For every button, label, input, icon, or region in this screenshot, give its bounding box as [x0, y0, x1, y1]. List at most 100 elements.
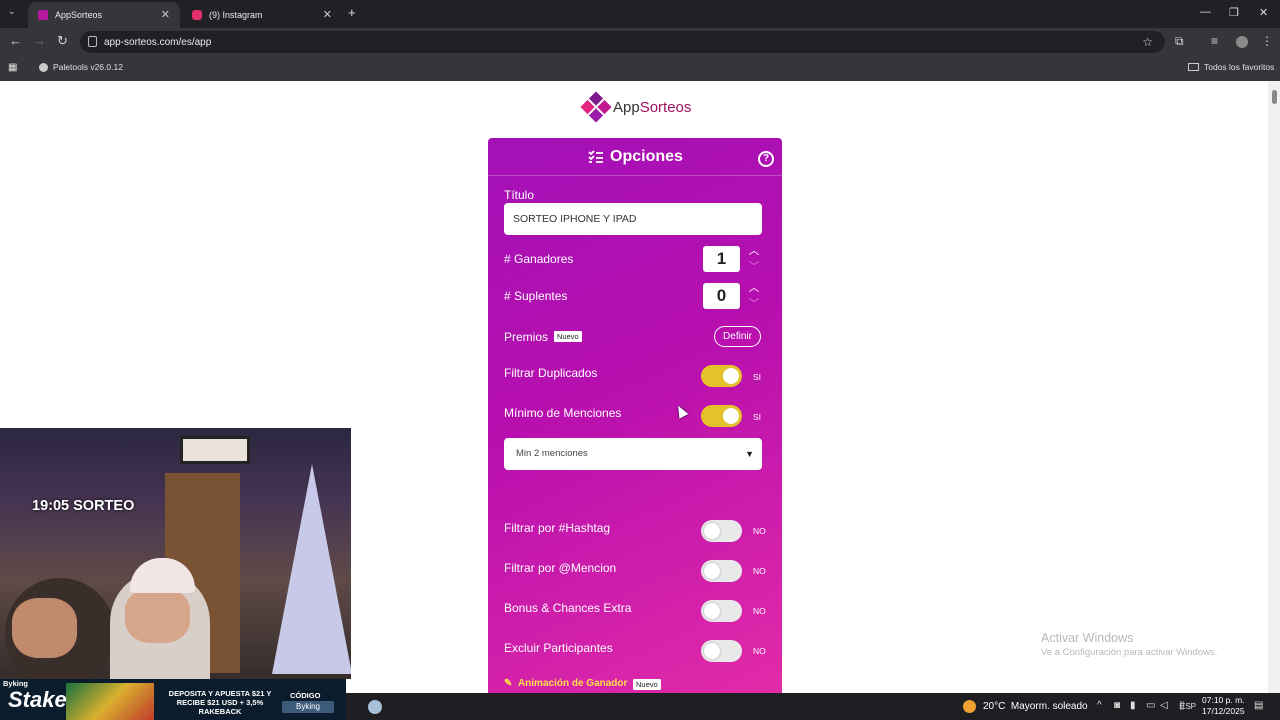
menciones-select[interactable]: Min 2 menciones ▼: [504, 438, 762, 470]
ganadores-decrease-icon[interactable]: ﹀: [746, 262, 762, 273]
profile-avatar[interactable]: [1236, 36, 1248, 48]
network-icon[interactable]: ▭: [1146, 700, 1155, 711]
christmas-tree: [272, 464, 351, 674]
toggle-state: SI: [753, 412, 762, 422]
weather-text: Mayorm. soleado: [1010, 701, 1088, 712]
ganadores-increase-icon[interactable]: ︿: [746, 246, 762, 257]
back-icon[interactable]: ←: [9, 33, 22, 48]
suplentes-increase-icon[interactable]: ︿: [746, 283, 762, 294]
toggle-label: Excluir Participantes: [504, 641, 613, 655]
minimize-icon[interactable]: —: [1200, 6, 1211, 18]
weather-widget[interactable]: 20°C Mayorm. soleado: [963, 700, 1088, 713]
menu-kebab-icon[interactable]: ⋮: [1261, 34, 1273, 48]
media-control-icon[interactable]: ≡: [1211, 34, 1218, 48]
filtrar-hashtag-toggle[interactable]: [701, 520, 742, 542]
bookmark-paletools[interactable]: Paletools v26.0.12: [39, 62, 123, 72]
appsorteos-favicon-icon: [38, 10, 48, 20]
filtrar-mencion-toggle[interactable]: [701, 560, 742, 582]
help-icon[interactable]: ?: [758, 151, 774, 167]
tray-chevron-icon[interactable]: ^: [1097, 700, 1102, 711]
code-value: Byking: [282, 701, 334, 713]
select-value: Min 2 menciones: [516, 448, 588, 459]
premios-label: Premios: [504, 330, 549, 344]
webcam-overlay: 19:05 SORTEO: [0, 428, 351, 679]
language-indicator[interactable]: ESP: [1180, 702, 1196, 711]
clock[interactable]: 07:10 p. m. 17/12/2025: [1202, 695, 1245, 717]
filtrar-duplicados-toggle[interactable]: [701, 365, 742, 387]
promo-image: [66, 683, 154, 720]
tab-label: (9) Instagram: [209, 10, 263, 20]
address-bar[interactable]: app-sorteos.com/es/app ☆: [80, 31, 1165, 53]
person-left-face: [12, 598, 77, 658]
bookmarks-bar: ▦ Paletools v26.0.12 Todos los favoritos: [0, 56, 1280, 81]
folder-icon: [1188, 63, 1199, 71]
ganadores-label: # Ganadores: [504, 252, 574, 266]
options-panel: Opciones ? Título SORTEO IPHONE Y IPAD #…: [488, 138, 782, 693]
toggle-state: NO: [753, 526, 766, 536]
close-tab-icon[interactable]: ✕: [323, 8, 332, 21]
scrollbar-thumb[interactable]: [1272, 90, 1277, 104]
ganadores-input[interactable]: 1: [703, 246, 740, 272]
wall-picture: [180, 436, 250, 464]
restore-icon[interactable]: ❐: [1229, 6, 1239, 19]
navigation-bar: ← → ↻ app-sorteos.com/es/app ☆ ⧉ ≡ ⋮: [0, 28, 1280, 56]
volume-icon[interactable]: ◁: [1160, 700, 1168, 711]
notifications-icon[interactable]: ▤: [1254, 700, 1263, 711]
chevron-down-icon: ▼: [745, 449, 754, 459]
pinned-app-icon[interactable]: [368, 700, 382, 714]
reload-icon[interactable]: ↻: [57, 33, 68, 49]
toggle-state: SI: [753, 372, 762, 382]
tab-appsorteos[interactable]: AppSorteos ✕: [28, 2, 180, 28]
date: 17/12/2025: [1202, 706, 1245, 716]
panel-title: Opciones: [610, 148, 683, 165]
titulo-label: Título: [504, 188, 535, 202]
panel-header: Opciones ?: [488, 138, 782, 176]
suplentes-label: # Suplentes: [504, 289, 568, 303]
browser-chrome: ⌄ AppSorteos ✕ (9) Instagram ✕ + — ❐ ✕ ←…: [0, 0, 1280, 81]
pencil-icon: ✎: [504, 678, 513, 689]
minimo-menciones-toggle[interactable]: [701, 405, 742, 427]
watermark-subtitle: Ve a Configuración para activar Windows.: [1041, 647, 1218, 658]
tab-instagram[interactable]: (9) Instagram ✕: [182, 2, 342, 28]
stream-overlay-text: 19:05 SORTEO: [32, 498, 135, 514]
new-tab-icon[interactable]: +: [348, 5, 356, 20]
logo-icon: [580, 91, 612, 123]
toggle-label: Filtrar por @Mencion: [504, 561, 617, 575]
checklist-icon: [588, 150, 603, 163]
bonus-chances-toggle[interactable]: [701, 600, 742, 622]
tab-search-icon[interactable]: ⌄: [8, 6, 16, 17]
tab-label: AppSorteos: [55, 10, 103, 20]
definir-button[interactable]: Definir: [714, 326, 761, 347]
page-scrollbar[interactable]: [1268, 81, 1280, 693]
appsorteos-logo[interactable]: AppSorteos: [580, 91, 691, 123]
excluir-participantes-toggle[interactable]: [701, 640, 742, 662]
toggle-state: NO: [753, 646, 766, 656]
time: 07:10 p. m.: [1202, 695, 1245, 705]
windows-taskbar: 20°C Mayorm. soleado ^ ◙ ▮ ▭ ◁ ▯ ESP 07:…: [346, 693, 1280, 720]
close-tab-icon[interactable]: ✕: [161, 8, 170, 21]
suplentes-input[interactable]: 0: [703, 283, 740, 309]
toggle-label: Filtrar Duplicados: [504, 366, 598, 380]
promo-text: DEPOSITA Y APUESTA $21 Y RECIBE $21 USD …: [168, 689, 272, 716]
bookmark-label: Paletools v26.0.12: [53, 62, 123, 72]
animacion-ganador-link[interactable]: ✎ Animación de Ganador: [504, 678, 627, 689]
toggle-state: NO: [753, 606, 766, 616]
bookmark-star-icon[interactable]: ☆: [1142, 35, 1153, 49]
forward-icon[interactable]: →: [33, 33, 46, 48]
watermark-title: Activar Windows: [1041, 631, 1134, 645]
suplentes-decrease-icon[interactable]: ﹀: [746, 299, 762, 310]
microphone-icon[interactable]: ▮: [1130, 700, 1136, 711]
animacion-label: Animación de Ganador: [517, 678, 628, 689]
apps-grid-icon[interactable]: ▦: [8, 62, 17, 73]
extensions-icon[interactable]: ⧉: [1175, 34, 1184, 49]
stake-banner: Byking Stake DEPOSITA Y APUESTA $21 Y RE…: [0, 679, 346, 720]
close-window-icon[interactable]: ✕: [1259, 6, 1268, 19]
site-info-icon[interactable]: [88, 36, 97, 47]
all-bookmarks-label: Todos los favoritos: [1204, 62, 1275, 72]
all-bookmarks-folder[interactable]: Todos los favoritos: [1188, 62, 1274, 72]
code-label: CÓDIGO: [290, 691, 321, 700]
toggle-label: Mínimo de Menciones: [504, 406, 622, 420]
camera-icon[interactable]: ◙: [1114, 700, 1120, 711]
titulo-input[interactable]: SORTEO IPHONE Y IPAD: [504, 203, 762, 235]
person-right-face: [125, 588, 190, 643]
